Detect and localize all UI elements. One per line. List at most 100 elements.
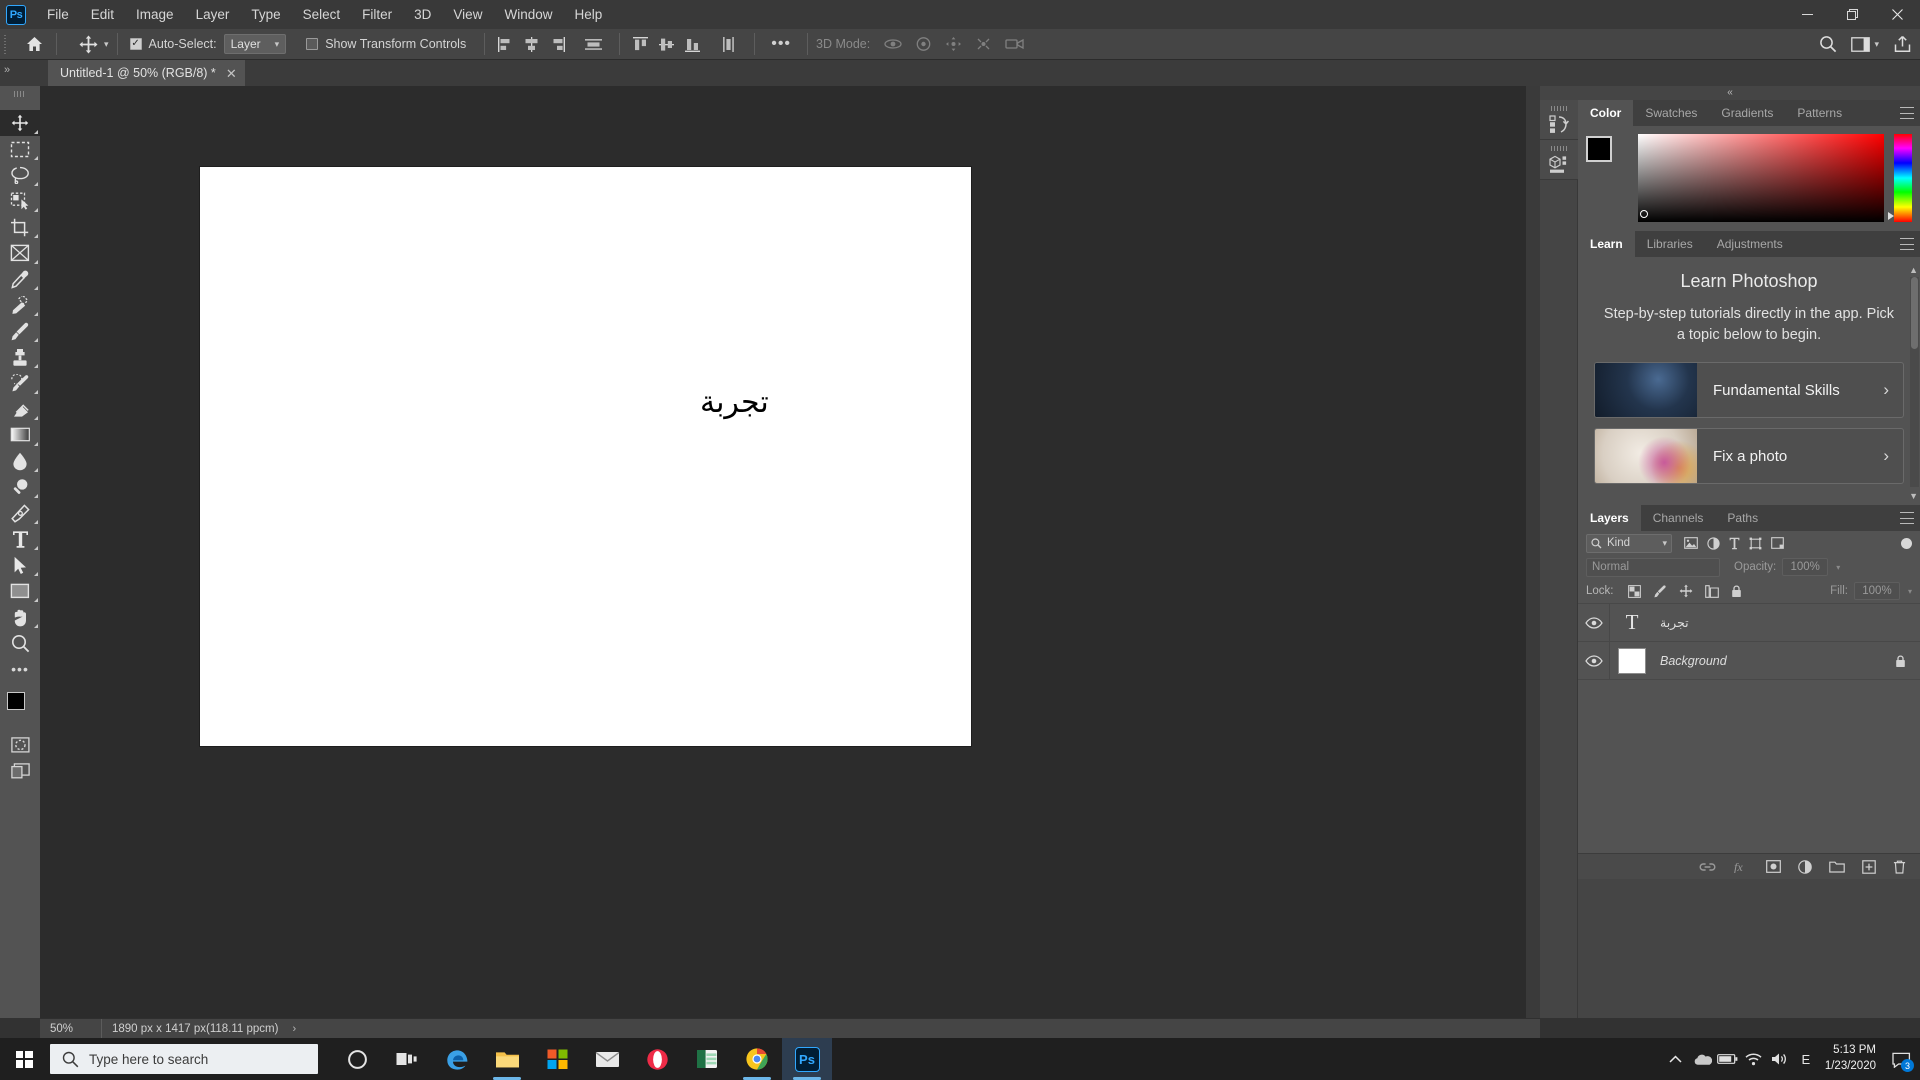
distribute-horizontally-icon[interactable] <box>581 32 605 56</box>
adjustment-layer-icon[interactable] <box>1798 860 1812 874</box>
align-bottom-edges-icon[interactable] <box>680 32 704 56</box>
taskbar-mail-icon[interactable] <box>582 1038 632 1080</box>
tab-swatches[interactable]: Swatches <box>1633 100 1709 126</box>
volume-icon[interactable] <box>1767 1038 1793 1080</box>
foreground-color-swatch[interactable] <box>7 692 25 710</box>
opacity-field[interactable]: 100% <box>1782 558 1828 576</box>
menu-window[interactable]: Window <box>493 0 563 29</box>
minimize-button[interactable] <box>1785 0 1830 29</box>
layer-style-icon[interactable]: fx <box>1733 860 1749 873</box>
tool-lasso[interactable] <box>0 162 40 188</box>
menu-filter[interactable]: Filter <box>351 0 403 29</box>
blend-mode-dropdown[interactable]: Normal <box>1586 558 1720 577</box>
color-panel-foreground-swatch[interactable] <box>1586 136 1612 162</box>
layer-name[interactable]: تجربة <box>1654 615 1920 630</box>
learn-scroll-up-icon[interactable]: ▲ <box>1909 265 1918 275</box>
tab-layers[interactable]: Layers <box>1578 505 1641 531</box>
panel-menu-icon[interactable] <box>1900 107 1914 119</box>
status-zoom-level[interactable]: 50% <box>40 1019 102 1039</box>
tool-object-selection[interactable] <box>0 188 40 214</box>
history-panel-icon[interactable] <box>1540 100 1578 140</box>
opacity-chevron-down-icon[interactable]: ▾ <box>1836 563 1840 572</box>
collapse-panels-button[interactable]: « <box>1540 86 1920 100</box>
tool-rectangle[interactable] <box>0 578 40 604</box>
taskbar-file-explorer-icon[interactable] <box>482 1038 532 1080</box>
menu-image[interactable]: Image <box>125 0 185 29</box>
document-tab-untitled-1[interactable]: Untitled-1 @ 50% (RGB/8) * ✕ <box>48 60 245 86</box>
show-transform-controls-checkbox[interactable]: ✓ <box>306 38 318 50</box>
tool-crop[interactable] <box>0 214 40 240</box>
layer-row-background[interactable]: Background <box>1578 642 1920 680</box>
layer-filter-toggle[interactable] <box>1901 538 1912 549</box>
tool-hand[interactable] <box>0 604 40 630</box>
tool-blur[interactable] <box>0 448 40 474</box>
lock-artboard-nesting-icon[interactable] <box>1705 585 1719 598</box>
tool-zoom[interactable] <box>0 630 40 656</box>
menu-help[interactable]: Help <box>563 0 613 29</box>
lock-position-icon[interactable] <box>1679 584 1693 598</box>
menu-edit[interactable]: Edit <box>80 0 125 29</box>
active-tool-preset[interactable]: ▾ <box>75 32 109 56</box>
tool-pen[interactable] <box>0 500 40 526</box>
properties-panel-icon[interactable] <box>1540 140 1578 180</box>
tool-eraser[interactable] <box>0 396 40 422</box>
lock-image-pixels-icon[interactable] <box>1653 585 1667 598</box>
tab-libraries[interactable]: Libraries <box>1635 231 1705 257</box>
tool-more[interactable]: ••• <box>0 656 40 682</box>
layer-visibility-toggle[interactable] <box>1578 604 1610 642</box>
taskbar-microsoft-store-icon[interactable] <box>532 1038 582 1080</box>
canvas-vertical-scrollbar[interactable] <box>1526 86 1540 1018</box>
onedrive-icon[interactable] <box>1689 1038 1715 1080</box>
start-button[interactable] <box>0 1038 48 1080</box>
close-button[interactable] <box>1875 0 1920 29</box>
menu-file[interactable]: File <box>36 0 80 29</box>
link-layers-icon[interactable] <box>1699 861 1716 873</box>
taskbar-clock[interactable]: 5:13 PM 1/23/2020 <box>1819 1038 1886 1080</box>
taskbar-search-box[interactable]: Type here to search <box>50 1044 318 1074</box>
panel-menu-icon[interactable] <box>1900 238 1914 250</box>
layer-filter-kind-dropdown[interactable]: Kind ▾ <box>1586 534 1672 553</box>
hue-slider[interactable] <box>1894 134 1912 222</box>
auto-select-scope-dropdown[interactable]: Layer ▾ <box>224 34 287 54</box>
tool-eyedropper[interactable] <box>0 266 40 292</box>
filter-smart-object-icon[interactable] <box>1771 537 1784 549</box>
align-horizontal-centers-icon[interactable] <box>519 32 543 56</box>
tool-gradient[interactable] <box>0 422 40 448</box>
input-language-indicator[interactable]: E <box>1793 1038 1819 1080</box>
delete-layer-icon[interactable] <box>1893 860 1906 874</box>
tool-path-selection[interactable] <box>0 552 40 578</box>
workspace-switcher[interactable]: ▾ <box>1851 37 1879 52</box>
learn-card-fix-a-photo[interactable]: Fix a photo › <box>1594 428 1904 484</box>
learn-scroll-down-icon[interactable]: ▼ <box>1909 491 1918 501</box>
options-bar-grip[interactable] <box>2 33 10 55</box>
tool-horizontal-type[interactable] <box>0 526 40 552</box>
taskbar-chrome-icon[interactable] <box>732 1038 782 1080</box>
tool-rectangular-marquee[interactable] <box>0 136 40 162</box>
screen-mode-icon[interactable] <box>0 758 40 784</box>
taskbar-task-view-icon[interactable] <box>382 1038 432 1080</box>
tool-preset-chevron-down-icon[interactable]: ▾ <box>104 39 109 50</box>
align-top-edges-icon[interactable] <box>628 32 652 56</box>
tab-color[interactable]: Color <box>1578 100 1633 126</box>
menu-select[interactable]: Select <box>292 0 352 29</box>
tool-brush[interactable] <box>0 318 40 344</box>
canvas-workspace[interactable]: تجربة <box>40 86 1540 1018</box>
share-icon[interactable] <box>1893 35 1912 53</box>
more-options-button[interactable]: ••• <box>763 35 799 53</box>
home-icon[interactable] <box>20 31 48 57</box>
align-vertical-centers-icon[interactable] <box>654 32 678 56</box>
fill-field[interactable]: 100% <box>1854 582 1900 600</box>
tools-panel-grip[interactable] <box>14 91 26 97</box>
tab-overflow-arrows[interactable]: » <box>4 64 10 76</box>
layer-row-text[interactable]: T تجربة <box>1578 604 1920 642</box>
battery-icon[interactable] <box>1715 1038 1741 1080</box>
tab-patterns[interactable]: Patterns <box>1785 100 1854 126</box>
maximize-button[interactable] <box>1830 0 1875 29</box>
taskbar-photoshop-icon[interactable]: Ps <box>782 1038 832 1080</box>
quick-mask-icon[interactable] <box>0 732 40 758</box>
tab-gradients[interactable]: Gradients <box>1709 100 1785 126</box>
distribute-vertically-icon[interactable] <box>716 32 740 56</box>
new-group-icon[interactable] <box>1829 860 1845 873</box>
color-spectrum-field[interactable] <box>1638 134 1884 222</box>
taskbar-microsoft-edge-icon[interactable] <box>432 1038 482 1080</box>
